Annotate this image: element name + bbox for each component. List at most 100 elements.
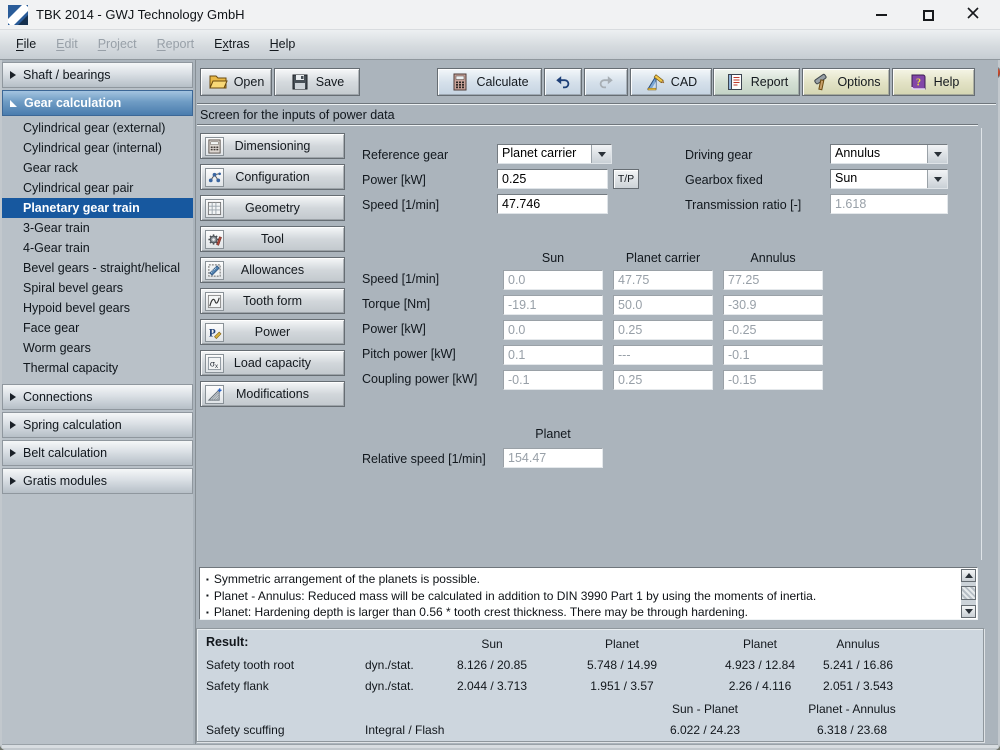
sidebar-item-worm-gears[interactable]: Worm gears <box>2 338 193 358</box>
matrix-row-label: Power [kW] <box>362 322 426 336</box>
result-row-label: Safety flank <box>206 679 269 693</box>
load-capacity-button[interactable]: σxLoad capacity <box>200 350 345 376</box>
message-line: ▪Planet - Annulus: Reduced mass will be … <box>206 588 957 605</box>
chevron-down-icon[interactable] <box>591 145 611 163</box>
collapse-icon <box>10 100 17 107</box>
menu-project: Project <box>88 30 147 59</box>
sidebar-section-shaft-bearings[interactable]: Shaft / bearings <box>2 62 193 88</box>
sidebar-item-face-gear[interactable]: Face gear <box>2 318 193 338</box>
matrix-row-label: Pitch power [kW] <box>362 347 456 361</box>
cad-button[interactable]: CAD <box>630 68 712 96</box>
chevron-down-icon[interactable] <box>927 145 947 163</box>
result-value: 2.051 / 3.543 <box>788 679 928 693</box>
save-floppy-icon <box>290 72 310 92</box>
gearbox-fixed-value: Sun <box>831 170 927 188</box>
message-scrollbar[interactable] <box>961 569 976 618</box>
relative-speed-output <box>503 448 603 468</box>
svg-text:?: ? <box>916 78 921 89</box>
reference-gear-select[interactable]: Planet carrier <box>497 144 612 164</box>
modifications-button[interactable]: Modifications <box>200 381 345 407</box>
bullet-icon: ▪ <box>206 591 209 600</box>
allowances-button[interactable]: Allowances <box>200 257 345 283</box>
message-line: ▪Planet: Hardening depth is larger than … <box>206 604 957 621</box>
calculate-button[interactable]: Calculate <box>437 68 542 96</box>
reference-gear-label: Reference gear <box>362 148 448 162</box>
sidebar-item-thermal-capacity[interactable]: Thermal capacity <box>2 358 193 378</box>
sidebar-item-cylindrical-gear-pair[interactable]: Cylindrical gear pair <box>2 178 193 198</box>
calculator-icon <box>450 72 470 92</box>
sidebar-item-gear-rack[interactable]: Gear rack <box>2 158 193 178</box>
open-button[interactable]: Open <box>200 68 272 96</box>
menu-extras[interactable]: Extras <box>204 30 259 59</box>
dimensioning-button[interactable]: Dimensioning <box>200 133 345 159</box>
save-button[interactable]: Save <box>274 68 360 96</box>
menu-file[interactable]: File <box>6 30 46 59</box>
tooth-form-icon <box>205 292 224 311</box>
help-button[interactable]: ? Help <box>892 68 975 96</box>
sidebar-section-label: Connections <box>23 390 93 404</box>
result-value: 8.126 / 20.85 <box>422 658 562 672</box>
speed-input[interactable] <box>497 194 608 214</box>
sidebar-section-label: Belt calculation <box>23 446 107 460</box>
close-button[interactable] <box>957 5 989 25</box>
power-button[interactable]: PPower <box>200 319 345 345</box>
chevron-down-icon[interactable] <box>927 170 947 188</box>
configuration-button[interactable]: Configuration <box>200 164 345 190</box>
relative-speed-label: Relative speed [1/min] <box>362 452 486 466</box>
grid-icon <box>205 199 224 218</box>
expand-icon <box>10 477 16 485</box>
expand-icon <box>10 421 16 429</box>
matrix-value-output <box>613 345 713 365</box>
driving-gear-select[interactable]: Annulus <box>830 144 948 164</box>
sidebar-item-bevel-gears-straight-helical[interactable]: Bevel gears - straight/helical <box>2 258 193 278</box>
torque-power-toggle-button[interactable]: T/P <box>613 169 639 189</box>
sidebar-section-gratis-modules[interactable]: Gratis modules <box>2 468 193 494</box>
gearbox-fixed-label: Gearbox fixed <box>685 173 763 187</box>
scrollbar-thumb[interactable] <box>961 586 976 600</box>
scroll-up-button[interactable] <box>961 569 976 582</box>
sidebar-section-gear-calculation[interactable]: Gear calculation <box>2 90 193 116</box>
sidebar-section-spring-calculation[interactable]: Spring calculation <box>2 412 193 438</box>
title-bar: TBK 2014 - GWJ Technology GmbH <box>0 0 1000 30</box>
scroll-down-button[interactable] <box>961 605 976 618</box>
sidebar-section-belt-calculation[interactable]: Belt calculation <box>2 440 193 466</box>
result-value: 2.044 / 3.713 <box>422 679 562 693</box>
matrix-value-output <box>503 320 603 340</box>
menu-help[interactable]: Help <box>260 30 306 59</box>
help-book-icon: ? <box>908 72 928 92</box>
tool-button[interactable]: Tool <box>200 226 345 252</box>
maximize-button[interactable] <box>912 5 944 25</box>
gearbox-fixed-select[interactable]: Sun <box>830 169 948 189</box>
speed-label: Speed [1/min] <box>362 198 439 212</box>
result-value: 1.951 / 3.57 <box>552 679 692 693</box>
panel-button-label: Configuration <box>235 170 309 184</box>
sidebar-item-cylindrical-gear-external[interactable]: Cylindrical gear (external) <box>2 118 193 138</box>
help-label: Help <box>934 75 960 89</box>
tooth-form-button[interactable]: Tooth form <box>200 288 345 314</box>
matrix-value-output <box>613 320 713 340</box>
sidebar-item-planetary-gear-train[interactable]: Planetary gear train <box>2 198 193 218</box>
panel-button-label: Allowances <box>241 263 304 277</box>
sidebar-item-cylindrical-gear-internal[interactable]: Cylindrical gear (internal) <box>2 138 193 158</box>
options-button[interactable]: Options <box>802 68 890 96</box>
panel-button-label: Power <box>255 325 290 339</box>
report-button[interactable]: Report <box>713 68 800 96</box>
matrix-column-header: Annulus <box>713 251 833 265</box>
sidebar-item-4-gear-train[interactable]: 4-Gear train <box>2 238 193 258</box>
sidebar-item-3-gear-train[interactable]: 3-Gear train <box>2 218 193 238</box>
undo-button[interactable] <box>544 68 582 96</box>
minimize-button[interactable] <box>865 5 897 25</box>
sidebar-item-spiral-bevel-gears[interactable]: Spiral bevel gears <box>2 278 193 298</box>
geometry-button[interactable]: Geometry <box>200 195 345 221</box>
result-pair-header: Sun - Planet <box>635 702 775 716</box>
power-input[interactable] <box>497 169 608 189</box>
sidebar-item-hypoid-bevel-gears[interactable]: Hypoid bevel gears <box>2 298 193 318</box>
svg-text:x: x <box>215 363 218 370</box>
menu-items: FileEditProjectReportExtrasHelp <box>6 30 305 59</box>
cad-drawing-icon <box>645 72 665 92</box>
sidebar-section-connections[interactable]: Connections <box>2 384 193 410</box>
expand-icon <box>10 449 16 457</box>
matrix-value-output <box>613 295 713 315</box>
module-sidebar: Shaft / bearingsGear calculationCylindri… <box>2 62 193 746</box>
scroll-down-icon <box>965 609 973 614</box>
